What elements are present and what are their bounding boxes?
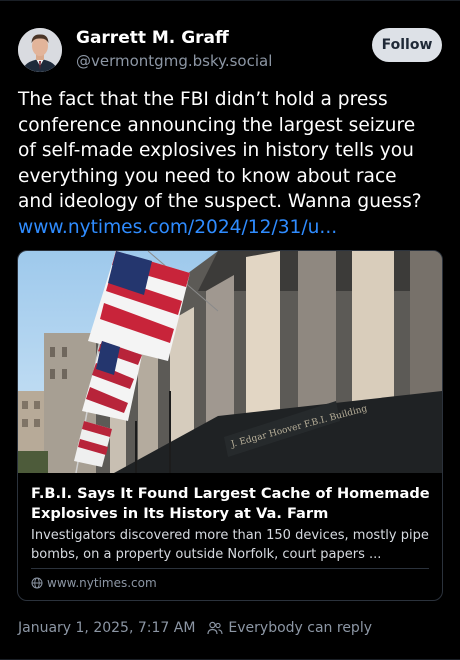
people-icon — [207, 621, 223, 635]
top-divider — [0, 0, 460, 1]
author-name[interactable]: Garrett M. Graff — [76, 28, 229, 48]
follow-button[interactable]: Follow — [372, 28, 442, 62]
link-preview-description: Investigators discovered more than 150 d… — [31, 528, 429, 562]
post-text-line: everything you need to know about race — [18, 165, 397, 187]
post-meta: January 1, 2025, 7:17 AM Everybody can r… — [18, 620, 372, 636]
post-text-line: and ideology of the suspect. Wanna guess… — [18, 191, 422, 213]
post-timestamp[interactable]: January 1, 2025, 7:17 AM — [18, 620, 195, 636]
avatar-photo — [18, 28, 62, 72]
globe-icon — [31, 577, 43, 589]
reply-setting[interactable]: Everybody can reply — [228, 620, 372, 636]
link-preview-card[interactable]: J. Edgar Hoover F.B.I. Building F.B.I. S… — [17, 250, 443, 601]
post-text-line: conference announcing the largest seizur… — [18, 114, 416, 136]
post-link[interactable]: www.nytimes.com/2024/12/31/u... — [18, 215, 444, 241]
author-handle[interactable]: @vermontgmg.bsky.social — [76, 52, 272, 70]
link-preview-domain[interactable]: www.nytimes.com — [31, 576, 157, 590]
post-text-line: The fact that the FBI didn’t hold a pres… — [18, 89, 388, 110]
avatar[interactable] — [18, 28, 62, 72]
post-text: The fact that the FBI didn’t hold a pres… — [18, 87, 444, 241]
post-text-line: of self-made explosives in history tells… — [18, 140, 414, 162]
link-preview-title[interactable]: F.B.I. Says It Found Largest Cache of Ho… — [31, 484, 431, 524]
link-preview-image: J. Edgar Hoover F.B.I. Building — [18, 251, 442, 473]
card-divider — [31, 568, 429, 569]
link-preview-domain-text: www.nytimes.com — [47, 576, 157, 590]
